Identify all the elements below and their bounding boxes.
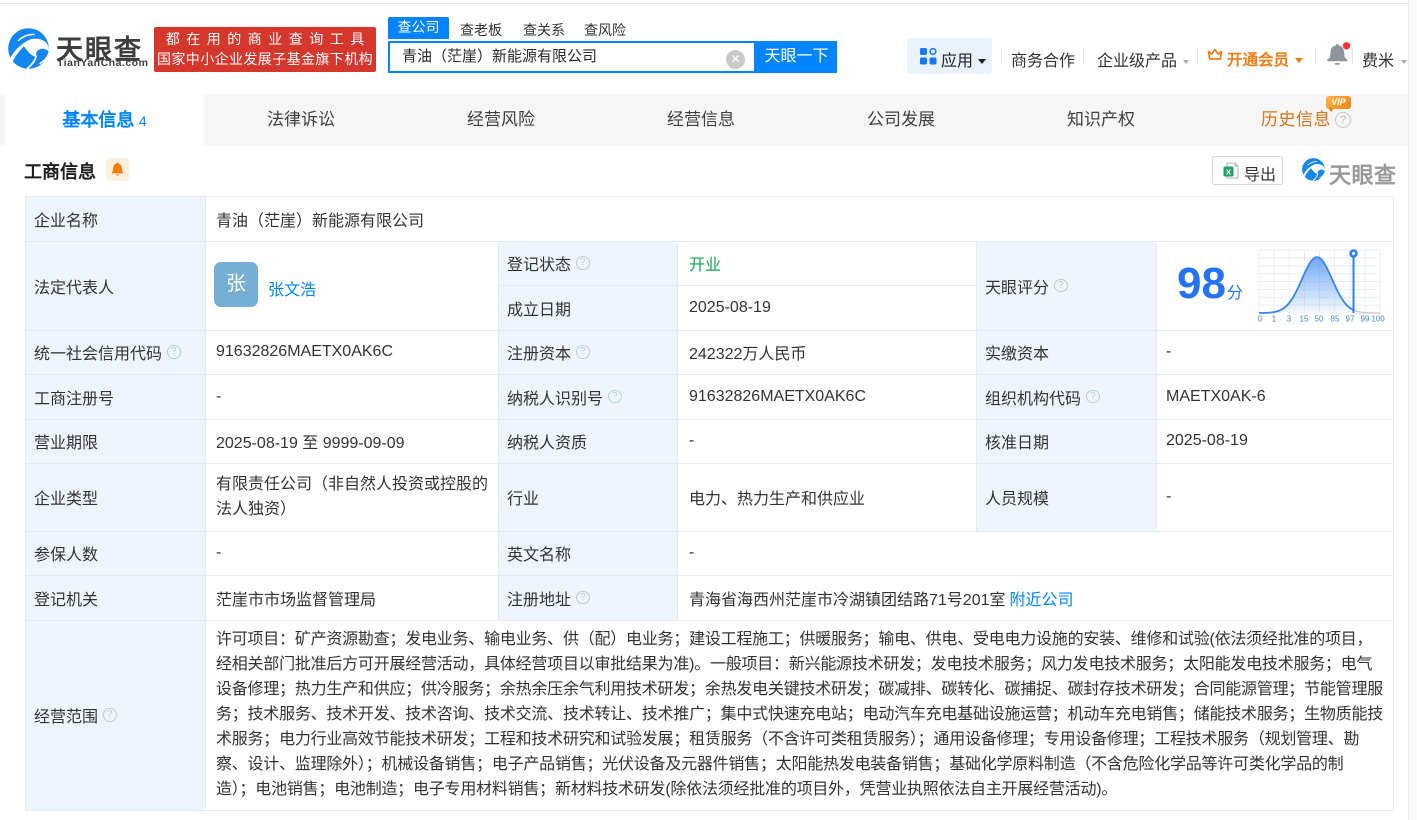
svg-text:85: 85: [1331, 315, 1340, 324]
svg-text:3: 3: [1287, 315, 1292, 324]
svg-text:15: 15: [1300, 315, 1309, 324]
svg-text:100: 100: [1371, 315, 1385, 324]
svg-text:0: 0: [1258, 315, 1263, 324]
svg-text:1: 1: [1272, 315, 1277, 324]
svg-text:50: 50: [1315, 315, 1324, 324]
svg-text:97: 97: [1346, 315, 1355, 324]
svg-text:x: x: [1226, 167, 1231, 177]
svg-text:99: 99: [1361, 315, 1370, 324]
